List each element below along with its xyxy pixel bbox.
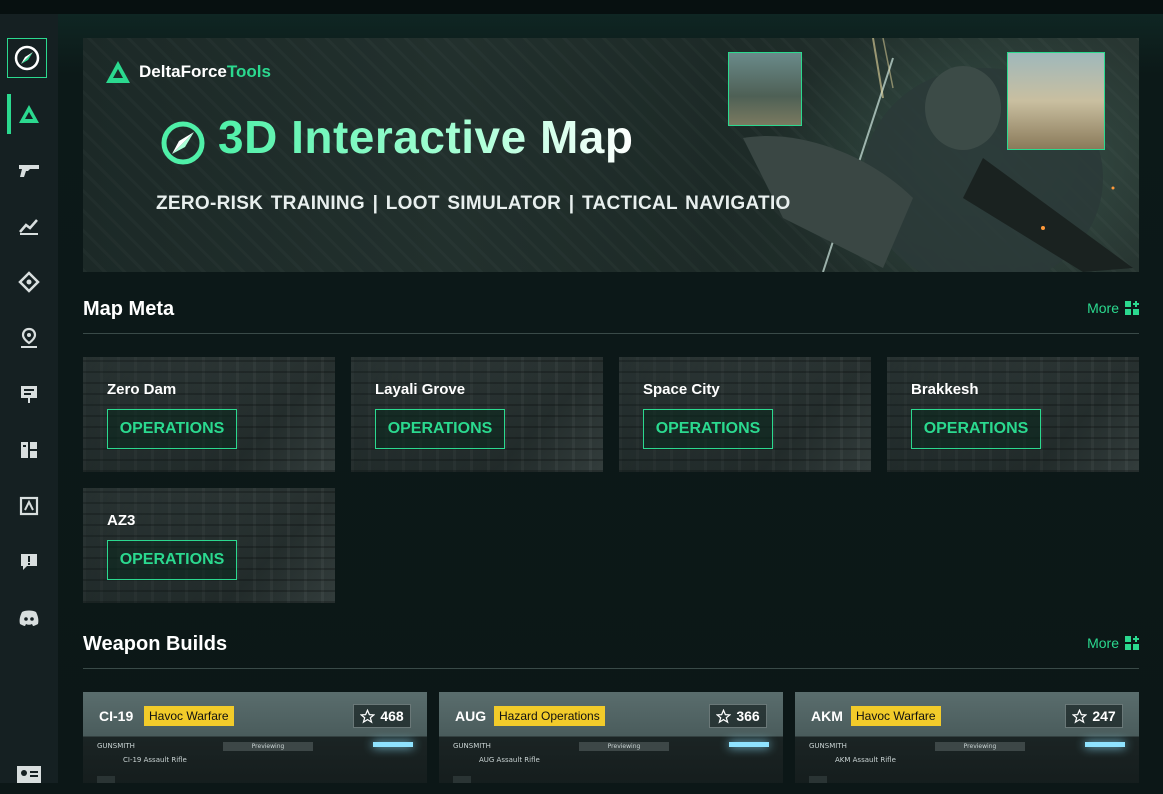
section-title: Map Meta: [83, 298, 175, 320]
grid-plus-icon: [1125, 301, 1139, 315]
section-title: Weapon Builds: [83, 633, 228, 655]
board-icon: [21, 386, 37, 403]
map-card-az3[interactable]: AZ3 OPERATIONS: [83, 488, 335, 603]
weapon-card-aug[interactable]: AUG Hazard Operations 366 GUNSMITH Previ…: [439, 692, 783, 783]
star-icon: [1072, 708, 1088, 724]
gunsmith-label: GUNSMITH: [809, 742, 847, 750]
banner-thumb-tower: [728, 52, 802, 126]
weapon-card-ci-19[interactable]: CI-19 Havoc Warfare 468 GUNSMITH Preview…: [83, 692, 427, 783]
sidebar-item-weapons[interactable]: [0, 150, 58, 190]
map-meta-header: Map Meta More: [83, 298, 1139, 334]
operations-button[interactable]: OPERATIONS: [107, 540, 237, 580]
gun-icon: [19, 165, 39, 177]
weapon-card-akm[interactable]: AKM Havoc Warfare 247 GUNSMITH Previewin…: [795, 692, 1139, 783]
sidebar-item-grid[interactable]: [0, 430, 58, 470]
sidebar-item-discord[interactable]: [0, 598, 58, 638]
delta-icon: [19, 105, 39, 123]
sidebar-item-cards[interactable]: [0, 486, 58, 526]
map-pin-icon: [21, 327, 37, 348]
preview-label: Previewing: [579, 742, 669, 751]
model-label: CI-19 Assault Rifle: [123, 756, 187, 764]
mode-tag: Havoc Warfare: [851, 706, 941, 726]
sidebar: [0, 14, 58, 783]
favorite-button[interactable]: 366: [709, 704, 767, 728]
weapon-name: AUG: [455, 708, 487, 724]
gunsmith-label: GUNSMITH: [453, 742, 491, 750]
mode-tag: Hazard Operations: [494, 706, 605, 726]
screenshot-light: [729, 742, 769, 747]
compass-logo-icon: [14, 45, 40, 71]
sidebar-item-report[interactable]: [0, 542, 58, 582]
chart-icon: [19, 219, 38, 235]
map-meta-more-link[interactable]: More: [1087, 300, 1139, 316]
weapon-builds-more-link[interactable]: More: [1087, 635, 1139, 651]
map-name: Layali Grove: [375, 381, 466, 398]
sidebar-item-target[interactable]: [0, 262, 58, 302]
grid-icon: [21, 442, 37, 458]
preview-label: Previewing: [935, 742, 1025, 751]
grid-plus-icon: [1125, 636, 1139, 650]
banner-title: 3D Interactive Map: [218, 111, 634, 163]
favorite-button[interactable]: 247: [1065, 704, 1123, 728]
map-name: Zero Dam: [107, 381, 177, 398]
hero-banner[interactable]: DeltaForceTools 3D Interactive Map ZERO-…: [83, 38, 1139, 272]
map-card-brakkesh[interactable]: Brakkesh OPERATIONS: [887, 357, 1139, 472]
sidebar-item-profile[interactable]: [0, 754, 58, 794]
operations-button[interactable]: OPERATIONS: [107, 409, 237, 449]
discord-icon: [19, 610, 39, 626]
brand-logo: DeltaForceTools: [105, 60, 271, 84]
compass-icon: [161, 121, 205, 165]
screenshot-light: [1085, 742, 1125, 747]
profile-card-icon: [17, 766, 41, 783]
cards-icon: [19, 496, 39, 516]
weapon-name: AKM: [811, 708, 843, 724]
model-label: AKM Assault Rifle: [835, 756, 896, 764]
logo-button[interactable]: [7, 38, 47, 78]
preview-label: Previewing: [223, 742, 313, 751]
diamond-target-icon: [18, 271, 40, 293]
weapon-builds-header: Weapon Builds More: [83, 633, 1139, 669]
sidebar-item-map[interactable]: [0, 318, 58, 358]
star-icon: [360, 708, 376, 724]
map-name: AZ3: [107, 512, 136, 529]
map-card-space-city[interactable]: Space City OPERATIONS: [619, 357, 871, 472]
mod-slot: [453, 776, 471, 783]
map-name: Space City: [643, 381, 720, 398]
sidebar-item-home[interactable]: [0, 94, 58, 134]
top-bar: [0, 0, 1163, 14]
operations-button[interactable]: OPERATIONS: [375, 409, 505, 449]
model-label: AUG Assault Rifle: [479, 756, 540, 764]
sidebar-item-board[interactable]: [0, 374, 58, 414]
map-card-layali-grove[interactable]: Layali Grove OPERATIONS: [351, 357, 603, 472]
map-name: Brakkesh: [911, 381, 979, 398]
main-content: DeltaForceTools 3D Interactive Map ZERO-…: [58, 14, 1163, 783]
mode-tag: Havoc Warfare: [144, 706, 234, 726]
weapon-name: CI-19: [99, 708, 134, 724]
alert-icon: [21, 554, 37, 570]
screenshot-light: [373, 742, 413, 747]
banner-thumb-gate: [1007, 52, 1105, 150]
sidebar-item-stats[interactable]: [0, 206, 58, 246]
gunsmith-label: GUNSMITH: [97, 742, 135, 750]
banner-subtitle: ZERO-RISK TRAINING | LOOT SIMULATOR | TA…: [156, 193, 791, 214]
delta-force-logo-icon: [106, 61, 130, 83]
operations-button[interactable]: OPERATIONS: [643, 409, 773, 449]
mod-slot: [809, 776, 827, 783]
favorite-button[interactable]: 468: [353, 704, 411, 728]
star-icon: [716, 708, 732, 724]
map-card-zero-dam[interactable]: Zero Dam OPERATIONS: [83, 357, 335, 472]
operations-button[interactable]: OPERATIONS: [911, 409, 1041, 449]
mod-slot: [97, 776, 115, 783]
